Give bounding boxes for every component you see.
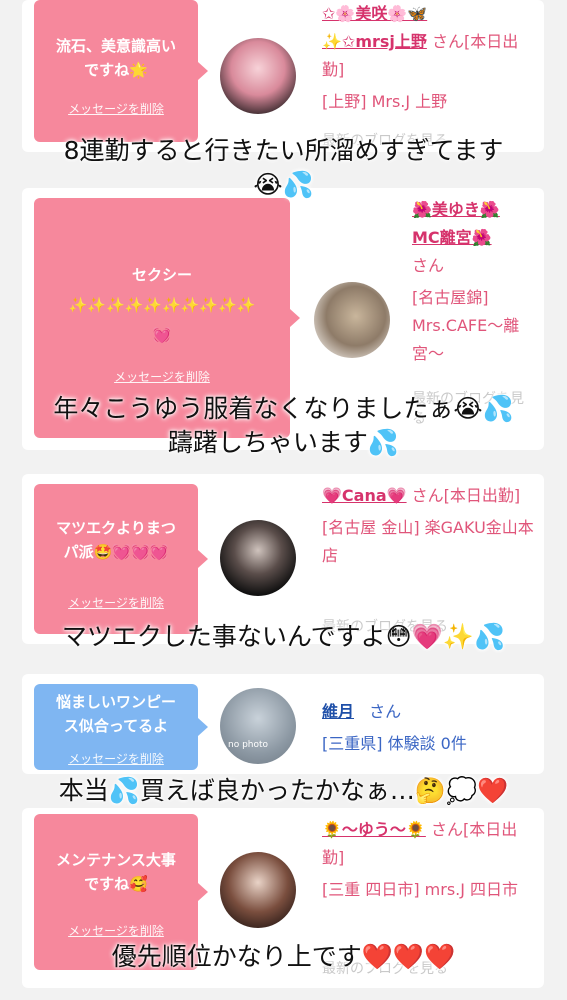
no-photo-label: no photo [228,740,269,750]
avatar[interactable] [220,38,296,114]
profile-name: 🌻〜ゆう〜🌻 さん[本日出勤] [322,816,537,872]
profile-info: 🌻〜ゆう〜🌻 さん[本日出勤] [三重 四日市] mrs.J 四日市 [322,816,537,904]
profile-info: ✩🌸美咲🌸🦋 ✨✩mrsj上野 さん[本日出勤] [上野] Mrs.J 上野 [322,0,537,116]
message-text: メンテナンス大事 ですね🥰 [56,851,176,893]
message-bubble: マツエクよりまつ パ派🤩💓💓💓 メッセージを削除 [34,484,208,634]
message-text: マツエクよりまつ パ派🤩💓💓💓 [56,519,176,561]
delete-message-link[interactable]: メッセージを削除 [34,594,198,611]
profile-name: 維月 さん [322,698,537,726]
message-text: 悩ましいワンピー ス似合ってるよ [55,693,176,735]
profile-info: 維月 さん [三重県] 体験談 0件 [322,698,537,758]
profile-status: さん [412,256,445,275]
profile-name: ✩🌸美咲🌸🦋 ✨✩mrsj上野 さん[本日出勤] [322,0,537,84]
profile-name-link[interactable]: 🌺美ゆき🌺 MC離宮🌺 [412,196,542,252]
message-bubble: 流石、美意識高い ですね🌟 メッセージを削除 [34,0,208,142]
profile-name-link[interactable]: ✩🌸美咲🌸🦋 ✨✩mrsj上野 [322,4,427,51]
message-text: 流石、美意識高い ですね🌟 [55,37,176,79]
message-card: 悩ましいワンピー ス似合ってるよ メッセージを削除 no photo 維月 さん… [22,674,544,774]
overlay-caption: 優先順位かなり上です❤️❤️❤️ [111,942,456,971]
profile-name-link[interactable]: 維月 [322,702,354,721]
overlay-caption: 8連勤すると行きたい所溜めすぎてます 😭💦 [63,136,504,199]
shop-link[interactable]: [三重県] 体験談 0件 [322,730,537,758]
shop-link[interactable]: [上野] Mrs.J 上野 [322,88,537,116]
shop-link[interactable]: [名古屋 金山] 楽GAKU金山本店 [322,514,537,570]
message-text: セクシー ✨✨✨✨✨✨✨✨✨✨ 💓 [68,266,256,344]
message-card: マツエクよりまつ パ派🤩💓💓💓 メッセージを削除 💗Cana💗 さん[本日出勤]… [22,474,544,644]
profile-name-link[interactable]: 🌻〜ゆう〜🌻 [322,820,426,839]
avatar[interactable] [314,282,390,358]
avatar-placeholder[interactable]: no photo [220,688,296,764]
profile-info: 🌺美ゆき🌺 MC離宮🌺 さん [名古屋錦] Mrs.CAFE〜離宮〜 [412,196,542,368]
delete-message-link[interactable]: メッセージを削除 [34,922,198,939]
overlay-caption: マツエクした事ないんですよ😳💗✨💦 [61,622,506,651]
delete-message-link[interactable]: メッセージを削除 [34,100,198,117]
message-card: 流石、美意識高い ですね🌟 メッセージを削除 ✩🌸美咲🌸🦋 ✨✩mrsj上野 さ… [22,0,544,152]
profile-name-link[interactable]: 💗Cana💗 [322,486,407,505]
profile-status: さん [369,702,402,721]
profile-name: 💗Cana💗 さん[本日出勤] [322,482,537,510]
shop-link[interactable]: [名古屋錦] Mrs.CAFE〜離宮〜 [412,284,542,368]
delete-message-link[interactable]: メッセージを削除 [34,368,290,385]
avatar[interactable] [220,520,296,596]
profile-info: 💗Cana💗 さん[本日出勤] [名古屋 金山] 楽GAKU金山本店 [322,482,537,570]
overlay-caption: 本当💦買えば良かったかなぁ…🤔💭❤️ [58,776,509,805]
shop-link[interactable]: [三重 四日市] mrs.J 四日市 [322,876,537,904]
overlay-caption: 年々こうゆう服着なくなりましたぁ😭💦 躊躇しちゃいます💦 [53,394,514,457]
profile-status: さん[本日出勤] [411,486,521,505]
avatar[interactable] [220,852,296,928]
delete-message-link[interactable]: メッセージを削除 [34,750,198,767]
message-bubble: 悩ましいワンピー ス似合ってるよ メッセージを削除 [34,684,208,770]
